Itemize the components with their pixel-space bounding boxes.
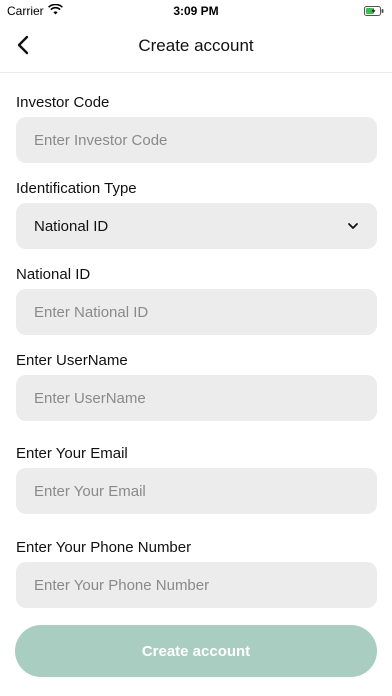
identification-type-value: National ID: [34, 217, 109, 235]
national-id-label: National ID: [16, 266, 91, 283]
national-id-input[interactable]: [16, 289, 377, 335]
identification-type-label: Identification Type: [16, 180, 137, 197]
investor-code-label: Investor Code: [16, 94, 110, 111]
investor-code-input[interactable]: [16, 117, 377, 163]
identification-type-select[interactable]: National ID: [16, 203, 377, 249]
email-label: Enter Your Email: [16, 445, 128, 462]
navigation-bar: Create account: [0, 22, 392, 73]
username-input[interactable]: [16, 375, 377, 421]
battery-charging-icon: [364, 5, 384, 16]
page-title: Create account: [138, 36, 254, 55]
phone-label: Enter Your Phone Number: [16, 539, 192, 556]
status-time: 3:09 PM: [173, 4, 219, 18]
username-label: Enter UserName: [16, 352, 128, 369]
create-account-button[interactable]: Create account: [15, 625, 377, 677]
email-input[interactable]: [16, 468, 377, 514]
chevron-down-icon: [347, 217, 359, 235]
phone-input[interactable]: [16, 562, 377, 608]
status-bar: Carrier 3:09 PM: [0, 0, 392, 22]
